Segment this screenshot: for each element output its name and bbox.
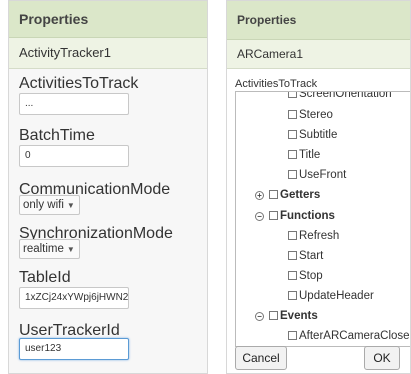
activities-to-track-label: ActivitiesToTrack (19, 75, 139, 92)
minus-circle-icon[interactable]: − (255, 312, 264, 321)
minus-circle-icon[interactable]: − (255, 212, 264, 221)
tree-item-refresh[interactable]: Refresh (288, 230, 339, 242)
plus-circle-icon[interactable]: + (255, 191, 264, 200)
tree-item-stop[interactable]: Stop (288, 270, 323, 282)
ok-button[interactable]: OK (364, 346, 400, 370)
checkbox-icon[interactable] (288, 130, 297, 139)
tree-item-afterarcameraclose[interactable]: AfterARCameraClose (288, 330, 410, 342)
checkbox-icon[interactable] (288, 110, 297, 119)
checkbox-icon[interactable] (288, 150, 297, 159)
tree-item-updateheader[interactable]: UpdateHeader (288, 290, 374, 302)
cancel-button[interactable]: Cancel (235, 346, 287, 370)
tree-group-getters[interactable]: + Getters (255, 189, 320, 201)
caret-down-icon: ▼ (66, 245, 75, 254)
properties-panel-activitytracker: Properties ActivityTracker1 ActivitiesTo… (8, 0, 208, 374)
checkbox-icon[interactable] (288, 231, 297, 240)
activities-tree[interactable]: ScreenOrientation Stereo Subtitle Title … (235, 91, 410, 347)
component-name: ActivityTracker1 (9, 38, 207, 69)
tree-group-functions[interactable]: − Functions (255, 210, 335, 222)
checkbox-icon[interactable] (288, 291, 297, 300)
checkbox-icon[interactable] (288, 271, 297, 280)
checkbox-icon[interactable] (269, 311, 278, 320)
tree-item-title[interactable]: Title (288, 149, 320, 161)
checkbox-icon[interactable] (288, 331, 297, 340)
communication-mode-dropdown[interactable]: only wifi ▼ (19, 195, 80, 215)
properties-panel-arcamera: Properties ARCamera1 ActivitiesToTrack S… (226, 0, 411, 374)
user-tracker-id-input[interactable]: user123 (19, 338, 129, 360)
checkbox-icon[interactable] (269, 211, 278, 220)
tree-group-events[interactable]: − Events (255, 310, 318, 322)
tableid-input[interactable]: 1xZCj24xYWpj6jHWN2 (19, 287, 129, 309)
checkbox-icon[interactable] (288, 170, 297, 179)
tree-item-subtitle[interactable]: Subtitle (288, 129, 337, 141)
activities-to-track-field[interactable]: ... (19, 93, 129, 115)
communication-mode-value: only wifi (23, 199, 64, 211)
component-name: ARCamera1 (227, 40, 410, 69)
synchronization-mode-value: realtime (23, 243, 64, 255)
synchronization-mode-dropdown[interactable]: realtime ▼ (19, 239, 80, 259)
properties-header: Properties (227, 1, 410, 40)
checkbox-icon[interactable] (288, 251, 297, 260)
tree-item-screenorientation[interactable]: ScreenOrientation (288, 92, 392, 100)
properties-header: Properties (9, 1, 207, 38)
checkbox-icon[interactable] (269, 190, 278, 199)
tree-item-usefront[interactable]: UseFront (288, 169, 346, 181)
tableid-label: TableId (19, 269, 71, 286)
checkbox-icon[interactable] (288, 92, 297, 98)
caret-down-icon: ▼ (66, 201, 75, 210)
batch-time-input[interactable]: 0 (19, 145, 129, 167)
tree-item-start[interactable]: Start (288, 250, 323, 262)
tree-item-stereo[interactable]: Stereo (288, 109, 333, 121)
activities-to-track-label: ActivitiesToTrack (235, 78, 318, 90)
batch-time-label: BatchTime (19, 127, 95, 144)
